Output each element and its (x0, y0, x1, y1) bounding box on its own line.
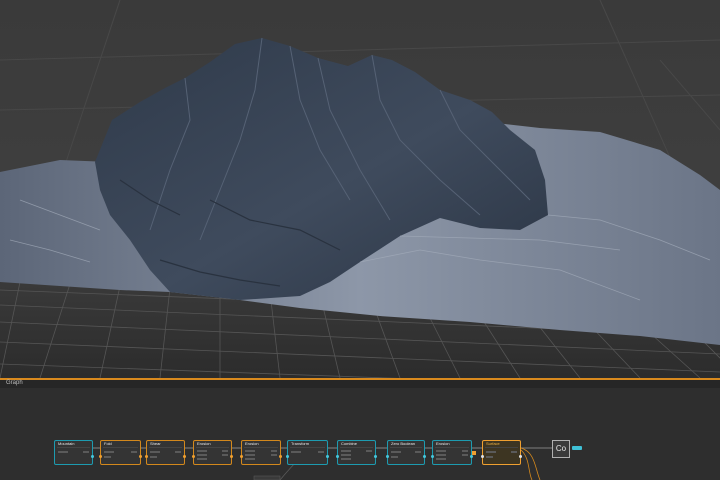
output-port[interactable] (139, 455, 142, 458)
node-mountain[interactable]: Mountain (54, 440, 94, 465)
viewport-scene (0, 0, 720, 378)
input-port[interactable] (386, 455, 389, 458)
node-transform[interactable]: Transform (286, 440, 329, 465)
input-port[interactable] (145, 455, 148, 458)
output-port[interactable] (470, 455, 473, 458)
input-port[interactable] (481, 455, 484, 458)
input-port[interactable] (240, 455, 243, 458)
node-fold[interactable]: Fold (99, 440, 142, 465)
output-port[interactable] (183, 455, 186, 458)
output-node[interactable]: Co (552, 440, 570, 458)
output-port[interactable] (279, 455, 282, 458)
node-erosion-2[interactable]: Erosion (240, 440, 282, 465)
node-erosion-1[interactable]: Erosion (192, 440, 233, 465)
output-port[interactable] (423, 455, 426, 458)
terrain-editor-app: Graph Mountain Fold Shear Erosion Erosio… (0, 0, 720, 480)
node-combine[interactable]: Combine (336, 440, 377, 465)
node-graph[interactable]: Mountain Fold Shear Erosion Erosion Tran… (0, 388, 720, 480)
graph-panel-label: Graph (6, 380, 23, 386)
input-port[interactable] (336, 455, 339, 458)
output-port[interactable] (230, 455, 233, 458)
input-port[interactable] (431, 455, 434, 458)
node-shear[interactable]: Shear (145, 440, 186, 465)
input-port[interactable] (286, 455, 289, 458)
output-port[interactable] (519, 455, 522, 458)
output-port[interactable] (326, 455, 329, 458)
node-erosion-3[interactable]: Erosion (431, 440, 473, 465)
input-port[interactable] (99, 455, 102, 458)
output-badge (572, 446, 582, 450)
graph-header (0, 380, 720, 388)
node-wires (93, 447, 552, 480)
node-zero-boolean[interactable]: Zero Boolean (386, 440, 426, 465)
input-port[interactable] (192, 455, 195, 458)
output-port[interactable] (91, 455, 94, 458)
output-port[interactable] (374, 455, 377, 458)
3d-viewport[interactable] (0, 0, 720, 378)
node-surface[interactable]: Surface (481, 440, 522, 465)
